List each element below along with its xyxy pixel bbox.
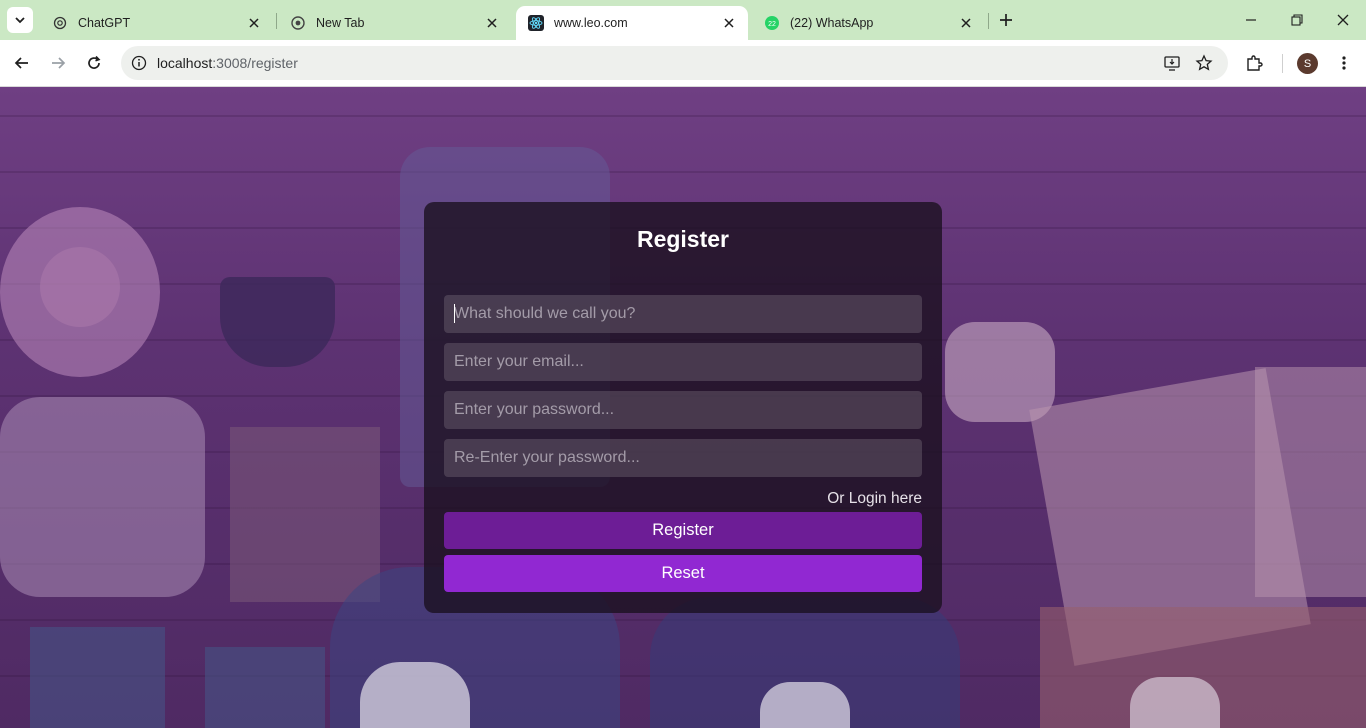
confirm-password-input[interactable] xyxy=(444,439,922,477)
login-link[interactable]: Or Login here xyxy=(827,490,922,508)
plus-icon xyxy=(1000,14,1012,26)
register-button[interactable]: Register xyxy=(444,512,922,549)
close-icon[interactable] xyxy=(245,14,263,32)
forward-button[interactable] xyxy=(43,48,73,78)
register-card: Register Or Login here Register Reset xyxy=(424,202,942,613)
chevron-down-icon xyxy=(15,17,25,24)
tab-title: New Tab xyxy=(316,16,365,30)
menu-button[interactable] xyxy=(1329,48,1359,78)
puzzle-icon xyxy=(1247,55,1263,71)
tab-strip: ChatGPT New Tab www.leo.com 22 (22) What… xyxy=(0,0,1366,40)
tab-new-tab[interactable]: New Tab xyxy=(278,6,511,40)
restore-icon xyxy=(1291,14,1303,26)
name-input[interactable] xyxy=(444,295,922,333)
close-icon xyxy=(1337,14,1349,26)
svg-text:22: 22 xyxy=(768,21,776,28)
profile-avatar[interactable]: S xyxy=(1297,53,1318,74)
tab-title: ChatGPT xyxy=(78,16,131,30)
register-title: Register xyxy=(636,226,730,252)
close-icon[interactable] xyxy=(483,14,501,32)
password-input[interactable] xyxy=(444,391,922,429)
whatsapp-icon: 22 xyxy=(764,15,780,31)
close-icon[interactable] xyxy=(957,14,975,32)
more-vertical-icon xyxy=(1342,56,1346,70)
reload-icon xyxy=(88,55,101,69)
browser-toolbar: localhost:3008/register S xyxy=(0,40,1366,87)
react-icon xyxy=(528,15,544,31)
tab-separator xyxy=(276,13,277,29)
back-button[interactable] xyxy=(7,48,37,78)
email-input[interactable] xyxy=(444,343,922,381)
chrome-icon xyxy=(290,15,306,31)
close-window-button[interactable] xyxy=(1329,6,1357,34)
url-path: :3008/register xyxy=(212,55,298,71)
tab-separator xyxy=(988,13,989,29)
text-caret xyxy=(454,304,455,323)
reload-button[interactable] xyxy=(79,48,109,78)
install-app-icon[interactable] xyxy=(1161,52,1183,74)
tab-leo[interactable]: www.leo.com xyxy=(516,6,748,40)
bookmark-star-icon[interactable] xyxy=(1193,52,1215,74)
tab-title: www.leo.com xyxy=(554,16,628,30)
openai-icon xyxy=(52,15,68,31)
register-page: Register Or Login here Register Reset xyxy=(0,87,1366,728)
address-bar[interactable]: localhost:3008/register xyxy=(121,46,1228,80)
url-text[interactable]: localhost:3008/register xyxy=(157,55,298,71)
tab-search-button[interactable] xyxy=(7,7,33,33)
toolbar-divider xyxy=(1282,54,1283,73)
minimize-button[interactable] xyxy=(1237,6,1265,34)
new-tab-button[interactable] xyxy=(993,7,1019,33)
reset-button[interactable]: Reset xyxy=(444,555,922,592)
extensions-button[interactable] xyxy=(1239,48,1269,78)
url-host: localhost xyxy=(157,55,213,71)
tab-chatgpt[interactable]: ChatGPT xyxy=(40,6,273,40)
restore-button[interactable] xyxy=(1283,6,1311,34)
arrow-left-icon xyxy=(14,57,28,69)
tab-whatsapp[interactable]: 22 (22) WhatsApp xyxy=(752,6,985,40)
site-info-icon[interactable] xyxy=(129,53,149,73)
tab-title: (22) WhatsApp xyxy=(790,16,874,30)
close-icon[interactable] xyxy=(720,14,738,32)
arrow-right-icon xyxy=(52,57,66,69)
minimize-icon xyxy=(1246,19,1256,21)
